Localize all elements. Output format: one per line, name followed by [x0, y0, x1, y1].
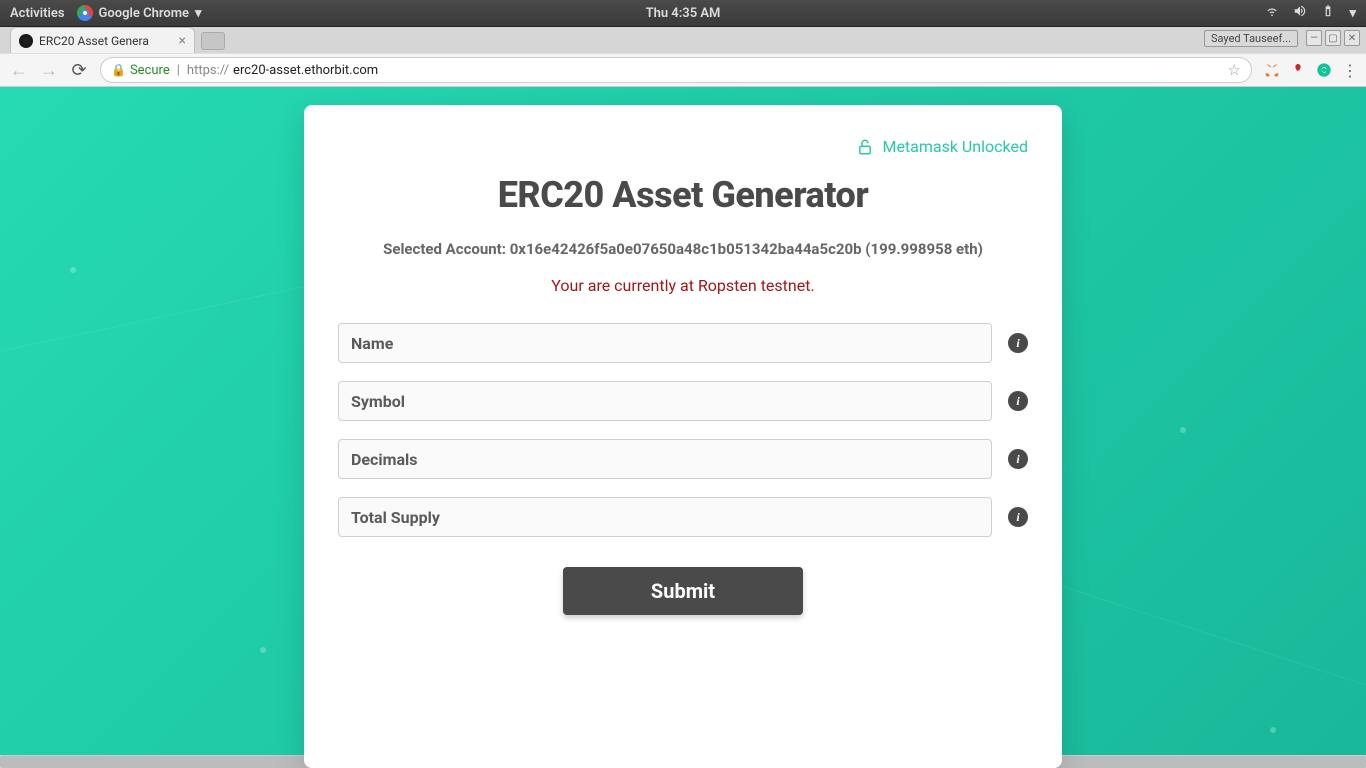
back-button[interactable]: ←: [10, 60, 28, 81]
chrome-icon: [77, 5, 93, 21]
info-icon[interactable]: i: [1008, 507, 1028, 527]
url-protocol: https://: [187, 63, 229, 78]
extension-icon[interactable]: [1290, 62, 1306, 78]
close-window-button[interactable]: ✕: [1344, 30, 1360, 46]
lock-icon: 🔒: [111, 63, 126, 77]
favicon: [19, 34, 33, 48]
generator-card: Metamask Unlocked ERC20 Asset Generator …: [304, 105, 1062, 768]
bookmark-star-icon[interactable]: ☆: [1228, 61, 1241, 79]
address-bar: ← → ⟳ 🔒 Secure | https://erc20-asset.eth…: [0, 53, 1366, 87]
minimize-button[interactable]: —: [1306, 30, 1322, 46]
info-icon[interactable]: i: [1008, 391, 1028, 411]
name-input[interactable]: [338, 323, 992, 363]
page-title: ERC20 Asset Generator: [338, 174, 1028, 216]
window-controls: — ▢ ✕: [1306, 30, 1360, 46]
volume-icon[interactable]: [1293, 4, 1307, 22]
network-warning: Your are currently at Ropsten testnet.: [338, 276, 1028, 295]
os-top-bar: Activities Google Chrome ▾ Thu 4:35 AM ▾: [0, 0, 1366, 27]
wifi-icon[interactable]: [1265, 4, 1279, 22]
reload-button[interactable]: ⟳: [70, 60, 88, 81]
app-name-label: Google Chrome: [99, 6, 189, 21]
url-host: erc20-asset.ethorbit.com: [233, 63, 378, 78]
page-viewport: Metamask Unlocked ERC20 Asset Generator …: [0, 87, 1366, 768]
chevron-down-icon: ▾: [195, 6, 202, 21]
info-icon[interactable]: i: [1008, 449, 1028, 469]
activities-button[interactable]: Activities: [10, 6, 65, 21]
submit-button[interactable]: Submit: [563, 567, 803, 615]
battery-icon[interactable]: [1321, 4, 1335, 22]
app-switcher[interactable]: Google Chrome ▾: [77, 5, 202, 21]
unlock-icon: [856, 138, 874, 156]
close-tab-button[interactable]: ×: [179, 33, 186, 49]
selected-account: Selected Account: 0x16e42426f5a0e07650a4…: [338, 240, 1028, 258]
grammarly-extension-icon[interactable]: [1316, 62, 1332, 78]
tab-title: ERC20 Asset Genera: [39, 34, 175, 48]
tab-strip: ERC20 Asset Genera × Sayed Tauseef... — …: [0, 27, 1366, 53]
metamask-status: Metamask Unlocked: [338, 137, 1028, 156]
chevron-down-icon[interactable]: ▾: [1349, 6, 1356, 21]
url-input[interactable]: 🔒 Secure | https://erc20-asset.ethorbit.…: [100, 57, 1252, 83]
browser-tab[interactable]: ERC20 Asset Genera ×: [10, 27, 195, 53]
symbol-input[interactable]: [338, 381, 992, 421]
info-icon[interactable]: i: [1008, 333, 1028, 353]
total-supply-input[interactable]: [338, 497, 992, 537]
clock[interactable]: Thu 4:35 AM: [646, 6, 721, 21]
maximize-button[interactable]: ▢: [1325, 30, 1341, 46]
forward-button[interactable]: →: [40, 60, 58, 81]
secure-label: Secure: [130, 63, 170, 78]
new-tab-button[interactable]: [201, 32, 225, 50]
decimals-input[interactable]: [338, 439, 992, 479]
profile-badge[interactable]: Sayed Tauseef...: [1204, 30, 1298, 47]
metamask-status-label: Metamask Unlocked: [882, 137, 1028, 156]
browser-menu-button[interactable]: ⋮: [1342, 61, 1356, 80]
metamask-extension-icon[interactable]: [1264, 62, 1280, 78]
